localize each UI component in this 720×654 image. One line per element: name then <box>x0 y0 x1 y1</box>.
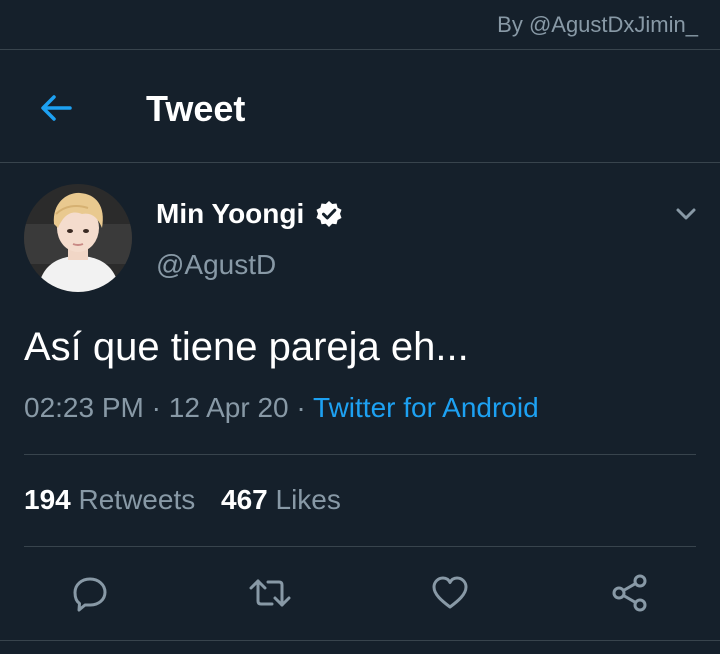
author-name-label: Min Yoongi <box>156 198 305 229</box>
page-title: Tweet <box>146 88 246 129</box>
share-icon <box>612 574 647 612</box>
tweet-date: 12 Apr 20 <box>168 392 289 423</box>
chevron-down-icon[interactable] <box>670 198 702 230</box>
arrow-left-icon <box>41 95 72 121</box>
share-button[interactable] <box>608 571 652 615</box>
likes-label: Likes <box>275 484 341 515</box>
heart-icon <box>432 576 468 609</box>
tweet-text: Así que tiene pareja eh... <box>24 325 469 369</box>
tweet-time: 02:23 PM <box>24 392 144 423</box>
reply-button[interactable] <box>68 571 112 615</box>
tweet-stats: 194 Retweets 467 Likes <box>24 484 359 516</box>
back-button[interactable] <box>34 86 78 130</box>
header-divider <box>0 162 720 163</box>
author-name[interactable]: Min Yoongi <box>156 198 344 230</box>
author-handle[interactable]: @AgustD <box>156 249 276 281</box>
likes-stat[interactable]: 467 Likes <box>221 484 341 515</box>
stats-divider <box>24 546 696 547</box>
retweets-stat[interactable]: 194 Retweets <box>24 484 195 515</box>
tweet-source-link[interactable]: Twitter for Android <box>313 392 539 423</box>
verified-badge-icon <box>316 201 342 227</box>
meta-separator: · <box>151 392 161 423</box>
watermark-credit: By @AgustDxJimin_ <box>497 12 698 37</box>
tweet-detail-screen: By @AgustDxJimin_ Tweet Min Yoongi @Agus… <box>0 0 720 654</box>
like-button[interactable] <box>428 571 472 615</box>
likes-count: 467 <box>221 484 268 515</box>
meta-separator: · <box>296 392 306 423</box>
retweets-label: Retweets <box>78 484 196 515</box>
reply-icon <box>73 577 107 612</box>
avatar-image <box>24 184 132 292</box>
tweet-metadata: 02:23 PM · 12 Apr 20 · Twitter for Andro… <box>24 392 539 424</box>
bottom-divider <box>0 640 720 641</box>
top-divider <box>0 49 720 50</box>
meta-divider <box>24 454 696 455</box>
avatar[interactable] <box>24 184 132 292</box>
retweets-count: 194 <box>24 484 71 515</box>
retweet-button[interactable] <box>248 571 292 615</box>
retweet-icon <box>249 579 291 607</box>
